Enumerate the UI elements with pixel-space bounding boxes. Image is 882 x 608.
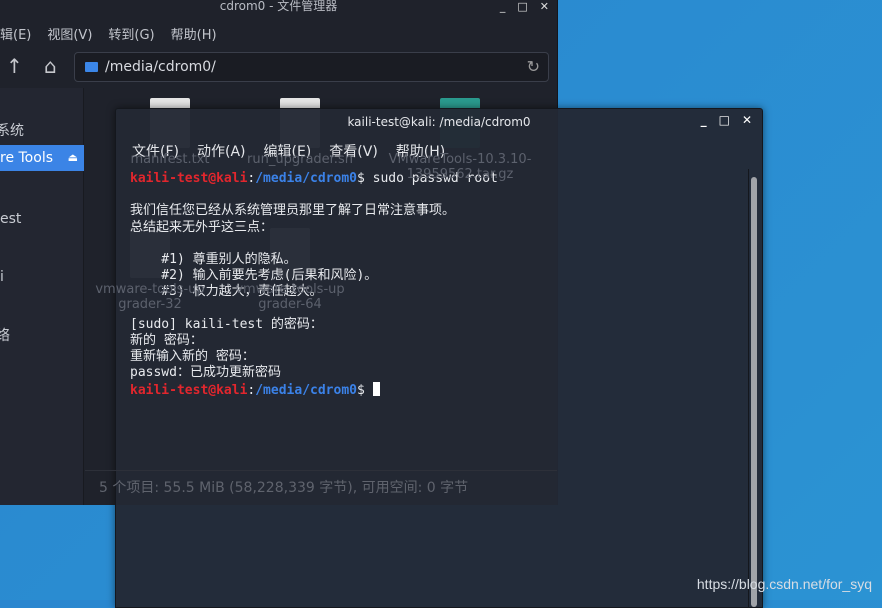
scrollbar[interactable] [751,177,757,607]
sidebar-item-kali[interactable]: i [0,264,84,290]
terminal-window: kaili-test@kali: /media/cdrom0 _ □ ✕ 文件(… [115,108,763,608]
prompt-user: kaili-test@kali [130,382,248,398]
file-name: run_upgrader.sh [247,152,353,167]
close-button[interactable]: ✕ [540,0,549,13]
up-arrow-icon[interactable]: ↑ [6,54,23,78]
status-bar: 5 个项目: 55.5 MiB (58,228,339 字节), 可用空间: 0… [85,470,557,505]
output-line: [sudo] kaili-test 的密码： [130,316,323,332]
minimize-button[interactable]: _ [500,0,506,13]
menu-view[interactable]: 视图(V) [47,24,92,43]
sidebar: 系统 re Tools ⏏ est i 络 [0,88,84,505]
sidebar-item-label: re Tools [0,150,53,166]
address-text: /media/cdrom0/ [105,59,216,75]
text-cursor [372,381,380,396]
prompt-dollar: $ [356,382,373,398]
menu-edit[interactable]: 辑(E) [0,24,31,43]
scrollbar-track [748,169,749,607]
output-line: #1) 尊重别人的隐私。 [130,252,297,268]
terminal-title: kaili-test@kali: /media/cdrom0 [347,115,531,129]
eject-icon[interactable]: ⏏ [68,145,78,171]
prompt-line: kaili-test@kali:/media/cdrom0$ [130,381,498,399]
watermark: https://blog.csdn.net/for_syq [696,576,872,592]
menu-help[interactable]: 帮助(H) [171,24,217,43]
minimize-button[interactable]: _ [701,113,707,127]
sidebar-item-vmware-tools[interactable]: re Tools ⏏ [0,145,84,171]
reload-icon[interactable]: ↻ [527,53,540,81]
menu-bar: 辑(E) 视图(V) 转到(G) 帮助(H) [0,24,217,43]
toolbar: ↑ ⌂ /media/cdrom0/ ↻ [0,52,557,82]
output-line: 总结起来无外乎这三点： [130,219,274,235]
prompt-user: kaili-test@kali [130,171,248,186]
output-line: 我们信任您已经从系统管理员那里了解了日常注意事项。 [130,203,456,219]
sidebar-item-system[interactable]: 系统 [0,118,80,144]
home-icon[interactable]: ⌂ [44,54,57,78]
window-title: cdrom0 - 文件管理器 [219,0,338,13]
menu-go[interactable]: 转到(G) [108,24,154,43]
sidebar-item-network[interactable]: 络 [0,323,80,349]
file-name: VMwareTools-10.3.10-13959562.tar.gz [388,152,532,182]
output-line: passwd：已成功更新密码 [130,365,281,381]
file-name: manifest.txt [130,152,210,167]
close-button[interactable]: ✕ [742,113,752,127]
output-line: 新的 密码： [130,333,203,349]
folder-icon [85,62,98,72]
sidebar-item-test[interactable]: est [0,206,84,232]
maximize-button[interactable]: □ [719,113,730,127]
output-line: 重新输入新的 密码： [130,349,255,365]
prompt-path: /media/cdrom0 [255,382,357,398]
address-bar[interactable]: /media/cdrom0/ ↻ [74,52,549,82]
prompt-dollar: $ [356,171,373,186]
maximize-button[interactable]: □ [517,0,527,13]
prompt-path: /media/cdrom0 [255,171,357,186]
